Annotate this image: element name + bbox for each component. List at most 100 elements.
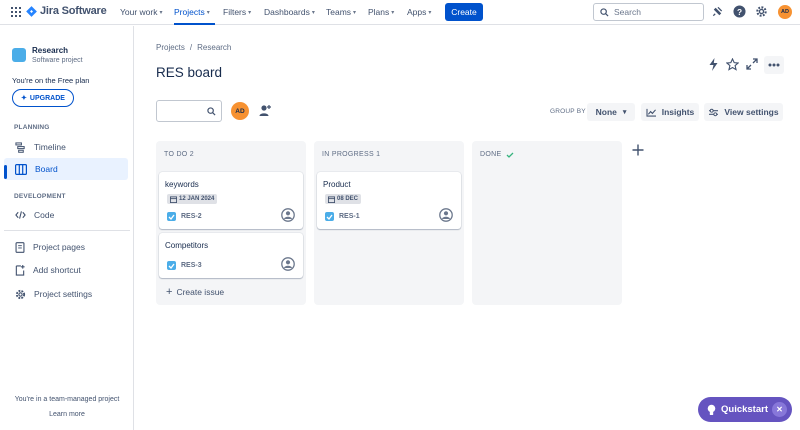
column-title: TO DO 2 [164, 151, 194, 158]
app-switcher-icon[interactable] [11, 7, 21, 17]
notifications-icon[interactable] [711, 5, 724, 18]
column-done: DONE [472, 141, 622, 305]
jira-logo-icon [26, 5, 37, 17]
column-title: DONE [480, 151, 514, 158]
due-date-badge: 12 JAN 2024 [167, 194, 218, 204]
sliders-icon [709, 108, 719, 116]
project-avatar-icon [12, 48, 26, 62]
issue-card[interactable]: keywords 12 JAN 2024 RES-2 [159, 172, 303, 229]
gear-icon [15, 289, 26, 299]
chevron-down-icon: ▾ [353, 9, 357, 16]
breadcrumb-separator: / [189, 43, 193, 52]
project-type: Software project [32, 57, 83, 64]
nav-teams[interactable]: Teams ▾ [326, 7, 356, 17]
automation-lightning-icon[interactable] [708, 58, 719, 71]
code-icon [15, 211, 26, 219]
assignee-avatar-icon[interactable] [281, 208, 295, 222]
more-actions-button[interactable] [764, 56, 784, 74]
sidebar-item-project-settings[interactable]: Project settings [4, 283, 128, 305]
more-icon [768, 63, 780, 67]
plus-icon: + [166, 286, 173, 298]
star-icon[interactable] [726, 58, 739, 71]
task-type-icon [167, 261, 176, 270]
learn-more-link[interactable]: Learn more [0, 411, 134, 418]
svg-text:?: ? [737, 7, 742, 17]
group-by-select[interactable]: None ▾ [587, 103, 635, 121]
top-navigation: Jira Software Your work ▾ Projects ▾ Filte… [0, 0, 800, 25]
breadcrumb-research[interactable]: Research [197, 43, 231, 52]
nav-dashboards[interactable]: Dashboards ▾ [264, 7, 315, 17]
search-input[interactable]: Search [593, 3, 704, 21]
board-search-input[interactable] [156, 100, 222, 122]
chevron-down-icon: ▾ [159, 9, 163, 16]
issue-key: RES-2 [167, 212, 202, 221]
insights-button[interactable]: Insights [641, 103, 699, 121]
view-settings-button[interactable]: View settings [704, 103, 783, 121]
fullscreen-icon[interactable] [746, 58, 758, 70]
issue-key: RES-1 [325, 212, 360, 221]
assignee-avatar-icon[interactable] [281, 257, 295, 271]
project-name[interactable]: Research [32, 46, 68, 55]
sidebar-item-timeline[interactable]: Timeline [4, 136, 128, 158]
sidebar-item-code[interactable]: Code [4, 204, 128, 226]
add-column-button[interactable] [629, 141, 647, 159]
issue-card[interactable]: Product 08 DEC RES-1 [317, 172, 461, 229]
close-icon[interactable]: ✕ [772, 402, 787, 417]
settings-gear-icon[interactable] [755, 5, 768, 18]
nav-your-work[interactable]: Your work ▾ [120, 7, 163, 17]
add-shortcut-icon [15, 264, 25, 276]
page-title: RES board [156, 65, 223, 80]
sparkle-icon: ✦ [21, 95, 27, 102]
active-nav-indicator [174, 23, 215, 25]
calendar-icon [328, 195, 335, 203]
card-title: Product [323, 180, 351, 189]
sidebar-item-project-pages[interactable]: Project pages [4, 236, 128, 258]
chevron-down-icon: ▾ [206, 9, 210, 16]
planning-section-header: PLANNING [14, 124, 50, 131]
card-title: keywords [165, 180, 199, 189]
sidebar-item-add-shortcut[interactable]: Add shortcut [4, 259, 128, 281]
chevron-down-icon: ▾ [391, 9, 395, 16]
column-title: IN PROGRESS 1 [322, 151, 381, 158]
issue-card[interactable]: Competitors RES-3 [159, 233, 303, 278]
plan-text: You're on the Free plan [12, 76, 90, 85]
group-by-label: GROUP BY [550, 108, 586, 115]
insights-chart-icon [646, 108, 656, 117]
due-date-badge: 08 DEC [325, 194, 362, 204]
chevron-down-icon: ▾ [622, 109, 627, 116]
upgrade-button[interactable]: ✦ UPGRADE [12, 89, 74, 107]
chevron-down-icon: ▾ [311, 9, 315, 16]
sidebar: Research Software project You're on the … [0, 26, 134, 430]
assignee-filter-avatar[interactable]: AD [231, 102, 249, 120]
help-icon[interactable]: ? [733, 5, 746, 18]
timeline-icon [15, 141, 25, 153]
lightbulb-icon [707, 404, 716, 415]
board-icon [15, 163, 27, 175]
development-section-header: DEVELOPMENT [14, 193, 66, 200]
pages-icon [15, 241, 25, 253]
sidebar-divider [4, 230, 130, 231]
assignee-avatar-icon[interactable] [439, 208, 453, 222]
chevron-down-icon: ▾ [248, 9, 252, 16]
user-avatar[interactable]: AD [778, 5, 792, 19]
column-todo: TO DO 2 keywords 12 JAN 2024 RES-2 Compe… [156, 141, 306, 305]
nav-filters[interactable]: Filters ▾ [223, 7, 251, 17]
active-item-indicator [4, 165, 7, 179]
jira-logo[interactable]: Jira Software [26, 5, 107, 17]
team-managed-text: You're in a team-managed project [14, 396, 120, 403]
nav-plans[interactable]: Plans ▾ [368, 7, 394, 17]
breadcrumb-projects[interactable]: Projects [156, 43, 185, 52]
column-in-progress: IN PROGRESS 1 Product 08 DEC RES-1 [314, 141, 464, 305]
create-button[interactable]: Create [445, 3, 483, 21]
nav-apps[interactable]: Apps ▾ [407, 7, 431, 17]
sidebar-item-board[interactable]: Board [4, 158, 128, 180]
create-issue-button[interactable]: + Create issue [166, 286, 224, 298]
quickstart-button[interactable]: Quickstart ✕ [698, 397, 792, 422]
task-type-icon [325, 212, 334, 221]
nav-projects[interactable]: Projects ▾ [174, 7, 210, 17]
add-people-icon[interactable] [258, 104, 272, 117]
issue-key: RES-3 [167, 261, 202, 270]
card-title: Competitors [165, 241, 209, 250]
checkmark-icon [506, 152, 514, 158]
chevron-down-icon: ▾ [428, 9, 432, 16]
